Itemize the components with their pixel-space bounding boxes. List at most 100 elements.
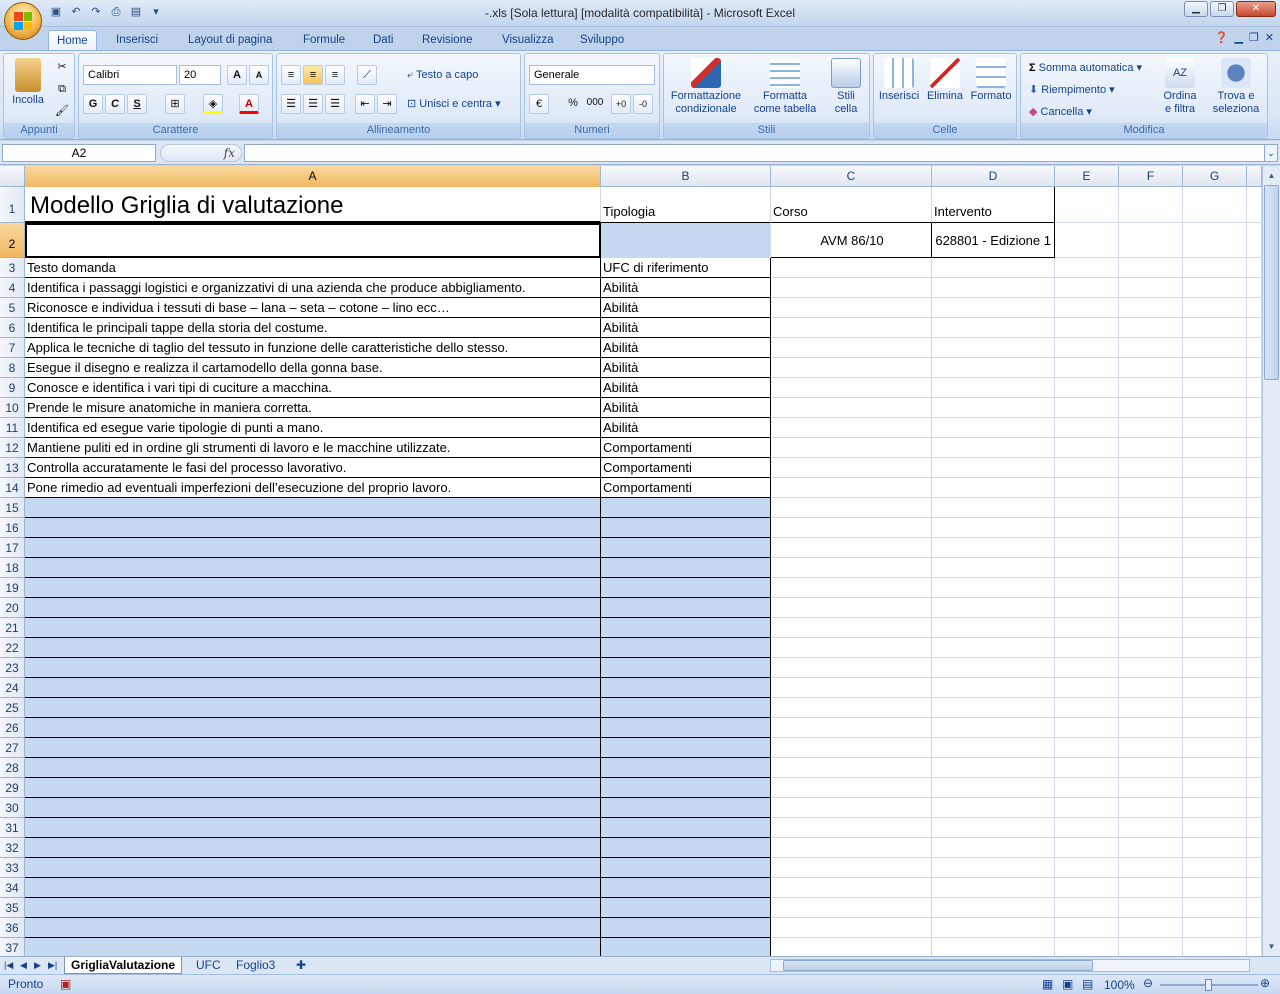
first-sheet-icon[interactable]: |◀ xyxy=(2,957,15,974)
cell-g19[interactable] xyxy=(1183,578,1247,598)
cell-e26[interactable] xyxy=(1055,718,1119,738)
row-header-22[interactable]: 22 xyxy=(0,638,25,658)
cell-d12[interactable] xyxy=(932,438,1055,458)
cell-g25[interactable] xyxy=(1183,698,1247,718)
row-header-1[interactable]: 1 xyxy=(0,187,25,223)
cell-g28[interactable] xyxy=(1183,758,1247,778)
macro-record-icon[interactable]: ▣ xyxy=(60,977,71,991)
cell-b36[interactable] xyxy=(601,918,771,938)
cell-a25[interactable] xyxy=(25,698,601,718)
row-header-5[interactable]: 5 xyxy=(0,298,25,318)
cell-g17[interactable] xyxy=(1183,538,1247,558)
expand-formula-icon[interactable]: ⌄ xyxy=(1264,144,1278,162)
cell-e34[interactable] xyxy=(1055,878,1119,898)
cell-c3[interactable] xyxy=(771,258,932,278)
cell-e33[interactable] xyxy=(1055,858,1119,878)
column-header-e[interactable]: E xyxy=(1055,166,1119,187)
cell-c9[interactable] xyxy=(771,378,932,398)
cell-b24[interactable] xyxy=(601,678,771,698)
cell-a4[interactable]: Identifica i passaggi logistici e organi… xyxy=(25,278,601,298)
office-button[interactable] xyxy=(4,2,42,40)
cell-h11[interactable] xyxy=(1247,418,1262,438)
cell-h27[interactable] xyxy=(1247,738,1262,758)
cell-b15[interactable] xyxy=(601,498,771,518)
cell-h25[interactable] xyxy=(1247,698,1262,718)
thousands-button[interactable]: 000 xyxy=(585,94,605,114)
cell-c28[interactable] xyxy=(771,758,932,778)
cell-c30[interactable] xyxy=(771,798,932,818)
cell-a34[interactable] xyxy=(25,878,601,898)
cell-c1[interactable]: Corso xyxy=(771,187,932,223)
cell-c27[interactable] xyxy=(771,738,932,758)
cell-d19[interactable] xyxy=(932,578,1055,598)
cell-h32[interactable] xyxy=(1247,838,1262,858)
page-break-view-icon[interactable]: ▤ xyxy=(1082,977,1093,991)
cell-h18[interactable] xyxy=(1247,558,1262,578)
cell-e15[interactable] xyxy=(1055,498,1119,518)
cell-e19[interactable] xyxy=(1055,578,1119,598)
cell-f26[interactable] xyxy=(1119,718,1183,738)
cell-f24[interactable] xyxy=(1119,678,1183,698)
cell-b30[interactable] xyxy=(601,798,771,818)
cell-h3[interactable] xyxy=(1247,258,1262,278)
cell-f1[interactable] xyxy=(1119,187,1183,223)
vertical-scrollbar[interactable]: ▲ ▼ xyxy=(1262,166,1280,956)
cell-g2[interactable] xyxy=(1183,223,1247,258)
row-header-32[interactable]: 32 xyxy=(0,838,25,858)
cell-b20[interactable] xyxy=(601,598,771,618)
cell-b18[interactable] xyxy=(601,558,771,578)
cell-d6[interactable] xyxy=(932,318,1055,338)
cell-c29[interactable] xyxy=(771,778,932,798)
select-all-corner[interactable] xyxy=(0,166,25,187)
cell-f33[interactable] xyxy=(1119,858,1183,878)
cell-g18[interactable] xyxy=(1183,558,1247,578)
cell-g26[interactable] xyxy=(1183,718,1247,738)
cell-c19[interactable] xyxy=(771,578,932,598)
cell-h24[interactable] xyxy=(1247,678,1262,698)
cell-c13[interactable] xyxy=(771,458,932,478)
row-header-10[interactable]: 10 xyxy=(0,398,25,418)
cell-f6[interactable] xyxy=(1119,318,1183,338)
cell-g13[interactable] xyxy=(1183,458,1247,478)
cell-b12[interactable]: Comportamenti xyxy=(601,438,771,458)
cell-e8[interactable] xyxy=(1055,358,1119,378)
cell-b27[interactable] xyxy=(601,738,771,758)
cell-g34[interactable] xyxy=(1183,878,1247,898)
cell-a32[interactable] xyxy=(25,838,601,858)
row-header-9[interactable]: 9 xyxy=(0,378,25,398)
cell-h26[interactable] xyxy=(1247,718,1262,738)
cell-e17[interactable] xyxy=(1055,538,1119,558)
cell-f9[interactable] xyxy=(1119,378,1183,398)
row-header-15[interactable]: 15 xyxy=(0,498,25,518)
italic-button[interactable]: C xyxy=(105,94,125,114)
row-header-30[interactable]: 30 xyxy=(0,798,25,818)
cell-a36[interactable] xyxy=(25,918,601,938)
cell-g8[interactable] xyxy=(1183,358,1247,378)
cell-d20[interactable] xyxy=(932,598,1055,618)
cell-b2[interactable] xyxy=(601,223,771,258)
cell-d34[interactable] xyxy=(932,878,1055,898)
cell-a1[interactable]: Modello Griglia di valutazione xyxy=(25,187,601,223)
cell-d35[interactable] xyxy=(932,898,1055,918)
cell-c15[interactable] xyxy=(771,498,932,518)
autosum-button[interactable]: Σ Somma automatica ▾ xyxy=(1029,60,1142,76)
bold-button[interactable]: G xyxy=(83,94,103,114)
cell-f4[interactable] xyxy=(1119,278,1183,298)
scroll-down-icon[interactable]: ▼ xyxy=(1264,939,1279,954)
cell-b21[interactable] xyxy=(601,618,771,638)
cell-f27[interactable] xyxy=(1119,738,1183,758)
cell-h9[interactable] xyxy=(1247,378,1262,398)
cell-b5[interactable]: Abilità xyxy=(601,298,771,318)
column-header-c[interactable]: C xyxy=(771,166,932,187)
cell-d8[interactable] xyxy=(932,358,1055,378)
cell-c37[interactable] xyxy=(771,938,932,956)
delete-cells-button[interactable]: Elimina xyxy=(924,58,966,103)
row-header-31[interactable]: 31 xyxy=(0,818,25,838)
cell-g22[interactable] xyxy=(1183,638,1247,658)
cell-g5[interactable] xyxy=(1183,298,1247,318)
cell-h22[interactable] xyxy=(1247,638,1262,658)
cell-c16[interactable] xyxy=(771,518,932,538)
cell-b33[interactable] xyxy=(601,858,771,878)
cell-g33[interactable] xyxy=(1183,858,1247,878)
cell-d27[interactable] xyxy=(932,738,1055,758)
